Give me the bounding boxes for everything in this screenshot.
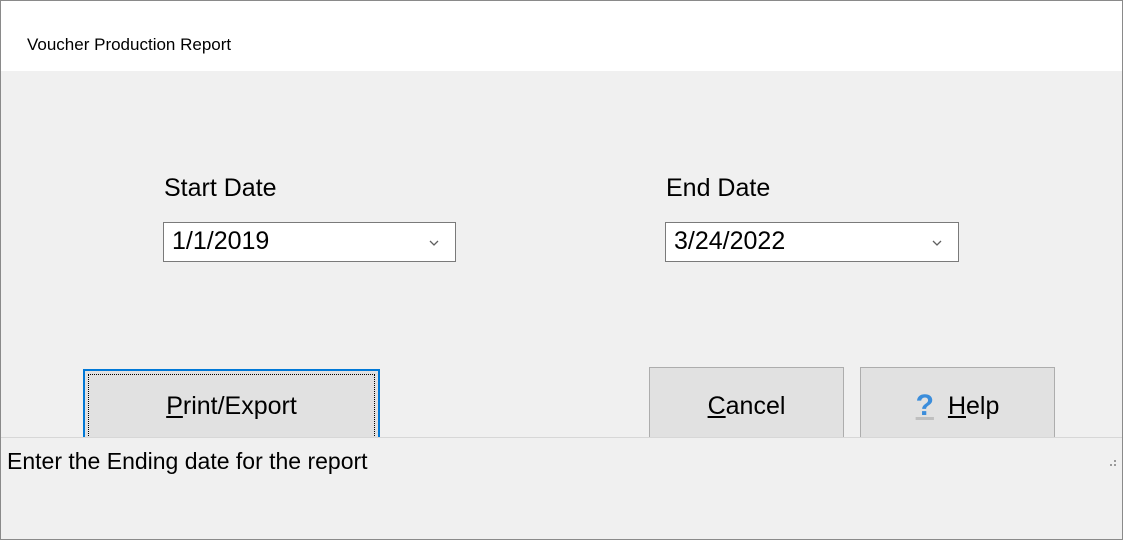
cancel-label: Cancel bbox=[650, 368, 843, 444]
help-button[interactable]: ? Help bbox=[860, 367, 1055, 445]
status-text: Enter the Ending date for the report bbox=[7, 448, 368, 474]
status-bar: Enter the Ending date for the report bbox=[1, 437, 1122, 539]
cancel-mnemonic: C bbox=[707, 391, 726, 420]
print-export-text: rint/Export bbox=[182, 391, 297, 420]
end-date-value: 3/24/2022 bbox=[674, 227, 786, 255]
start-date-picker[interactable]: 1/1/2019 bbox=[163, 222, 456, 262]
start-date-label: Start Date bbox=[164, 174, 277, 202]
chevron-down-icon[interactable] bbox=[930, 236, 944, 250]
end-date-label: End Date bbox=[666, 174, 771, 202]
cancel-text: ancel bbox=[725, 391, 786, 420]
chevron-down-icon[interactable] bbox=[427, 236, 441, 250]
end-date-picker[interactable]: 3/24/2022 bbox=[665, 222, 959, 262]
question-mark-icon: ? bbox=[915, 389, 934, 422]
help-mnemonic: H bbox=[947, 391, 966, 420]
report-dialog: Voucher Production Report Start Date 1/1… bbox=[0, 0, 1123, 540]
cancel-button[interactable]: Cancel bbox=[649, 367, 844, 445]
title-bar: Voucher Production Report bbox=[1, 1, 1122, 71]
print-export-mnemonic: P bbox=[166, 391, 183, 420]
print-export-button[interactable]: Print/Export bbox=[83, 369, 380, 443]
window-title: Voucher Production Report bbox=[27, 35, 232, 54]
dialog-body: Start Date 1/1/2019 End Date 3/24/2022 P… bbox=[1, 71, 1122, 445]
start-date-value: 1/1/2019 bbox=[172, 227, 270, 255]
help-label: ? Help bbox=[861, 368, 1054, 444]
print-export-label: Print/Export bbox=[85, 371, 378, 441]
size-grip-icon[interactable] bbox=[1104, 454, 1118, 468]
help-text: elp bbox=[966, 391, 1000, 420]
